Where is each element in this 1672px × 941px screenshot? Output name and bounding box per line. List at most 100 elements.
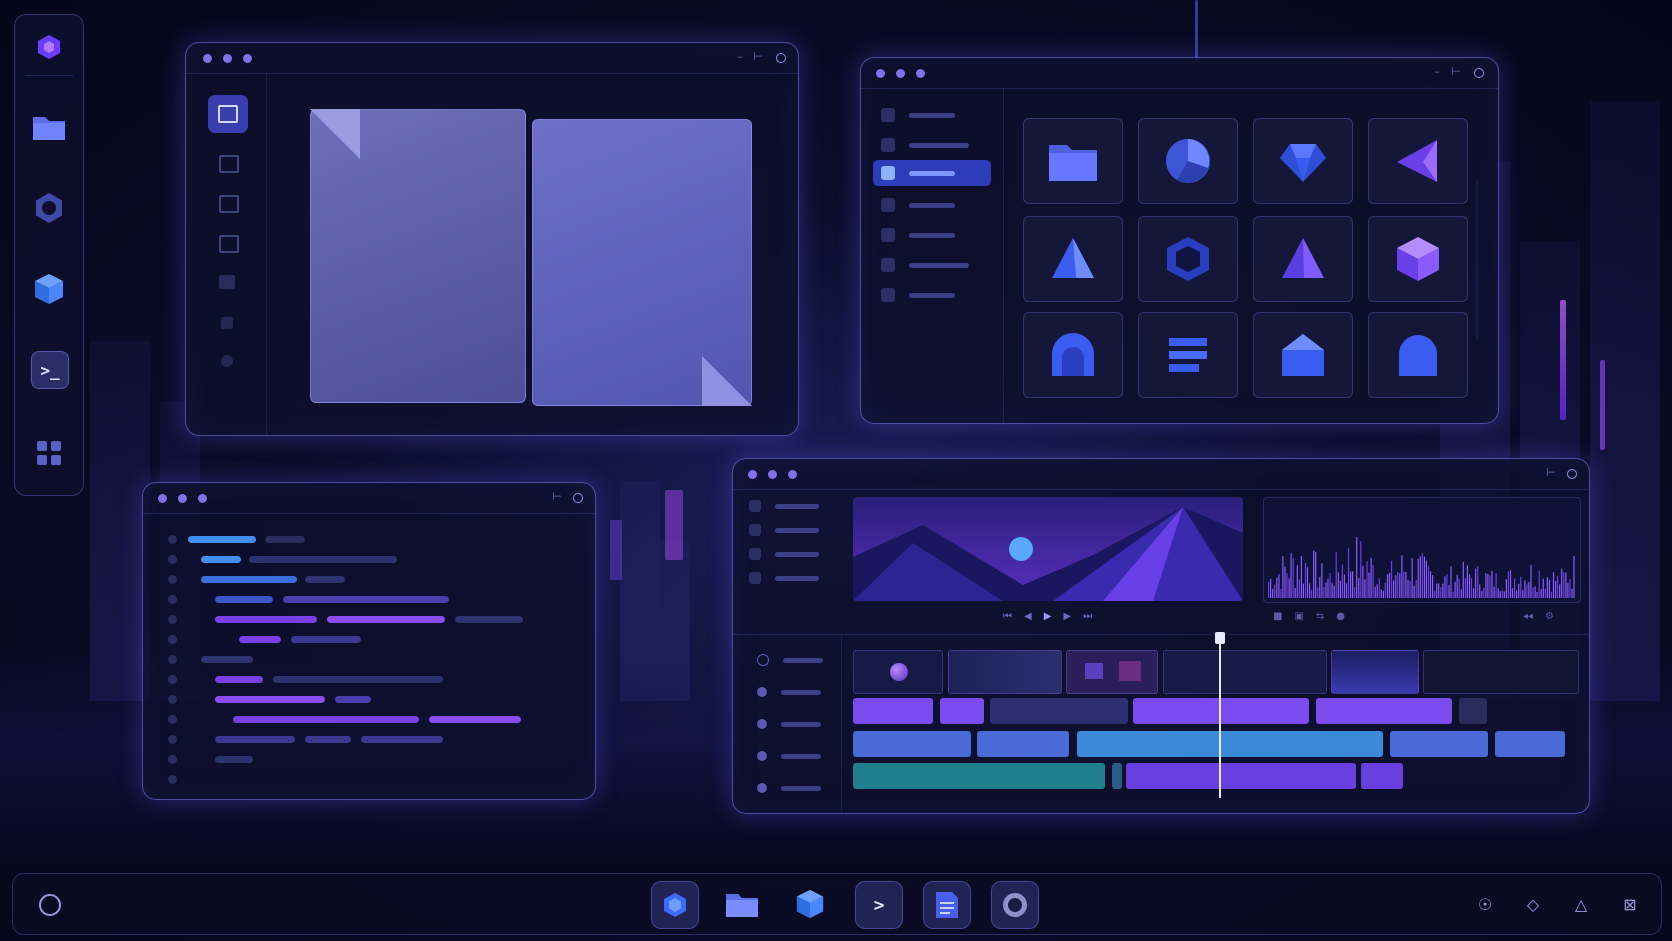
skip-forward-icon[interactable]: ⏭ [1083, 611, 1092, 625]
close-icon[interactable] [1474, 68, 1484, 78]
code-area[interactable] [143, 513, 595, 799]
titlebar[interactable]: – ⊢ [861, 58, 1498, 89]
document-icon[interactable] [923, 881, 971, 929]
restore-icon[interactable]: ⊢ [1450, 66, 1462, 78]
timeline-clip[interactable] [990, 698, 1128, 724]
close-icon[interactable] [1567, 469, 1577, 479]
clip-thumbnail[interactable] [853, 650, 943, 694]
timeline-clip[interactable] [940, 698, 984, 724]
timeline-clip[interactable] [853, 731, 971, 757]
edit-icon[interactable] [208, 95, 248, 133]
code-editor-window[interactable]: ⊢ [142, 482, 596, 800]
record-icon[interactable]: ● [1336, 611, 1345, 625]
cube-icon[interactable] [31, 271, 67, 307]
start-circle-icon[interactable] [39, 894, 61, 916]
track-header[interactable] [757, 781, 821, 795]
folder-icon[interactable] [719, 881, 765, 927]
timeline-clip[interactable] [977, 731, 1069, 757]
grid-apps-icon[interactable] [31, 435, 67, 471]
arch-icon[interactable] [1368, 312, 1468, 398]
next-icon[interactable]: ▶ [1063, 611, 1071, 625]
timeline-clip[interactable] [853, 763, 1105, 789]
close-icon[interactable] [776, 53, 786, 63]
window-dot[interactable] [198, 494, 207, 503]
sidebar-row[interactable] [881, 198, 955, 212]
audio-waveform[interactable] [1263, 497, 1581, 603]
stop-icon[interactable]: ■ [1273, 611, 1282, 625]
window-dot[interactable] [768, 470, 777, 479]
track-header[interactable] [757, 749, 821, 763]
settings-icon[interactable]: ⚙ [1545, 611, 1554, 625]
timeline-clip[interactable] [1126, 763, 1356, 789]
hexagon-app-icon[interactable] [651, 881, 699, 929]
cube-purple-icon[interactable] [1368, 216, 1468, 302]
playhead-handle[interactable] [1215, 632, 1225, 644]
restore-icon[interactable]: ⊢ [1545, 467, 1557, 479]
layout-icon[interactable]: ⊠ [1619, 893, 1641, 915]
window-dot[interactable] [788, 470, 797, 479]
timeline-clip[interactable] [1390, 731, 1488, 757]
page-icon[interactable] [219, 235, 239, 253]
terminal-icon[interactable]: >_ [31, 351, 69, 389]
clip-thumbnail[interactable] [948, 650, 1062, 694]
playhead[interactable] [1219, 634, 1221, 798]
timeline-clip[interactable] [1133, 698, 1309, 724]
pie-chart-icon[interactable] [1138, 118, 1238, 204]
sidebar-row[interactable] [749, 571, 819, 585]
square-icon[interactable] [219, 275, 235, 289]
track-header[interactable] [757, 685, 821, 699]
play-icon[interactable]: ▶ [1044, 611, 1052, 625]
cube-outline-icon[interactable] [1138, 216, 1238, 302]
track-header[interactable] [757, 653, 823, 667]
restore-icon[interactable]: ⊢ [752, 51, 764, 63]
window-dot[interactable] [178, 494, 187, 503]
hexagon-ring-icon[interactable] [991, 881, 1039, 929]
timeline-clip[interactable] [1361, 763, 1403, 789]
image-icon[interactable] [219, 195, 239, 213]
loop-icon[interactable]: ⇆ [1316, 611, 1324, 625]
titlebar[interactable]: ⊢ [733, 459, 1589, 490]
pyramid-icon[interactable] [1023, 216, 1123, 302]
timeline-clip[interactable] [853, 698, 933, 724]
arch-icon[interactable] [1023, 312, 1123, 398]
asset-browser-window[interactable]: – ⊢ [860, 57, 1499, 424]
page-icon[interactable] [219, 155, 239, 173]
pyramid-side-icon[interactable] [1368, 118, 1468, 204]
video-preview[interactable] [853, 497, 1243, 601]
window-dot[interactable] [243, 54, 252, 63]
cube-icon[interactable] [787, 881, 833, 927]
minimize-icon[interactable]: – [1431, 66, 1443, 78]
titlebar[interactable]: ⊢ [143, 483, 595, 514]
sidebar-row[interactable] [881, 228, 955, 242]
track-header[interactable] [757, 717, 821, 731]
window-dot[interactable] [223, 54, 232, 63]
window-dot[interactable] [748, 470, 757, 479]
sidebar-row[interactable] [881, 288, 955, 302]
window-dot[interactable] [896, 69, 905, 78]
triangle-icon[interactable]: △ [1570, 893, 1592, 915]
timeline-clip[interactable] [1077, 731, 1383, 757]
sidebar-row[interactable] [749, 499, 819, 513]
window-dot[interactable] [916, 69, 925, 78]
titlebar[interactable]: – ⊢ [186, 43, 798, 74]
sidebar-row[interactable] [749, 547, 819, 561]
video-editor-window[interactable]: ⊢ ⏮ ◀ ▶ ▶ ⏭ ■ ▣ ⇆ ● ◂◂ ⚙ [732, 458, 1590, 814]
restore-icon[interactable]: ⊢ [551, 491, 563, 503]
square-icon[interactable] [221, 317, 233, 329]
stack-lines-icon[interactable] [1138, 312, 1238, 398]
timeline-clip[interactable] [1316, 698, 1452, 724]
folder-icon[interactable] [31, 109, 67, 145]
document-window[interactable]: – ⊢ [185, 42, 799, 436]
window-dot[interactable] [876, 69, 885, 78]
hexagon-logo-icon[interactable] [31, 29, 67, 65]
close-icon[interactable] [573, 493, 583, 503]
volume-icon[interactable]: ◂◂ [1523, 611, 1533, 625]
pyramid-icon[interactable] [1253, 216, 1353, 302]
diamond-icon[interactable]: ◇ [1522, 893, 1544, 915]
clip-thumbnail[interactable] [1331, 650, 1419, 694]
hexagon-ring-icon[interactable] [31, 190, 67, 226]
timeline-clip[interactable] [1459, 698, 1487, 724]
sidebar-row[interactable] [881, 138, 969, 152]
window-dot[interactable] [158, 494, 167, 503]
sidebar-row[interactable] [881, 108, 955, 122]
